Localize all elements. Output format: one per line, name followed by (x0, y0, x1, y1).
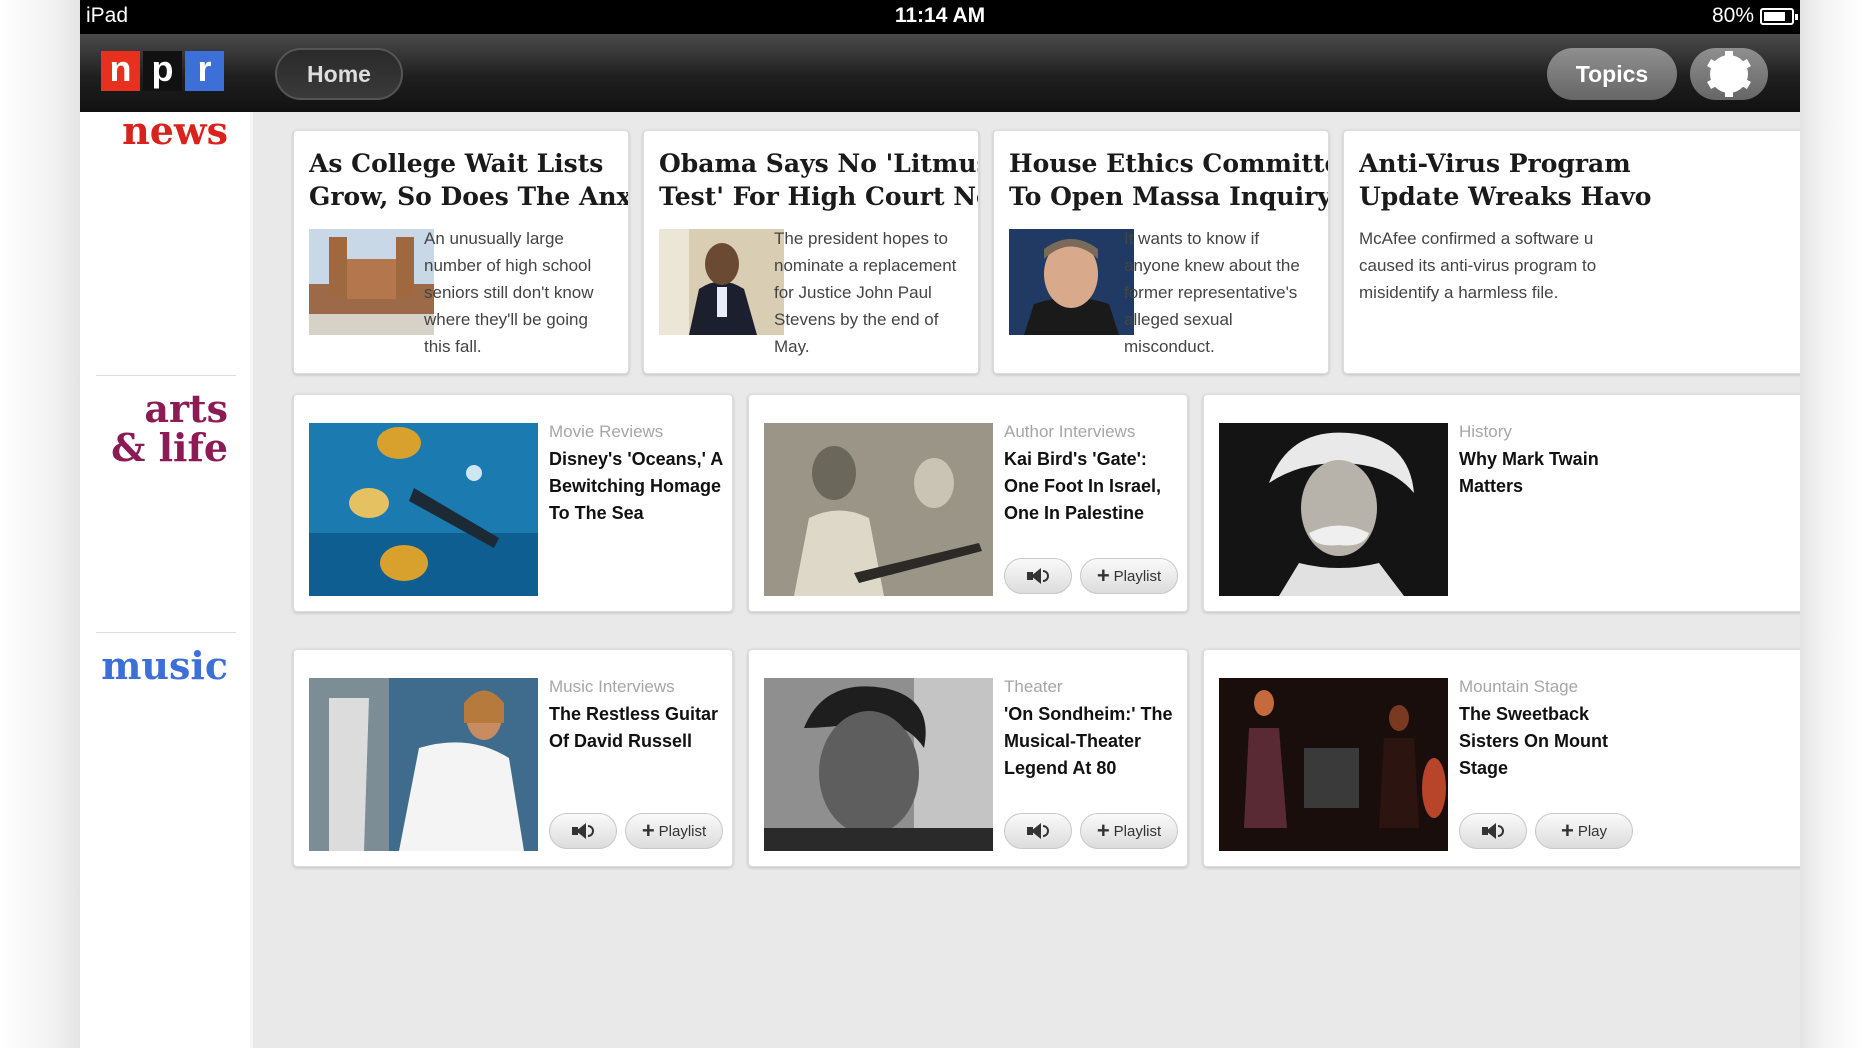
topics-button[interactable]: Topics (1547, 48, 1677, 100)
massa-portrait-photo (1009, 229, 1134, 335)
device-bezel-right (1800, 0, 1862, 1048)
add-to-playlist-button[interactable]: + Play (1535, 813, 1633, 849)
news-headline: As College Wait Lists Grow, So Does The A… (309, 149, 629, 211)
plus-icon: + (1096, 818, 1110, 843)
device-bezel-left (0, 0, 80, 1048)
listen-button[interactable] (549, 813, 617, 849)
music-row: Music Interviews The Restless Guitar Of … (253, 629, 1800, 1048)
battery-percent: 80% (1711, 4, 1754, 27)
logo-letter-n: n (101, 50, 140, 91)
news-summary: It wants to know if anyone knew about the… (1124, 229, 1300, 356)
story-category: Author Interviews (1004, 422, 1136, 441)
add-to-playlist-button[interactable]: + Playlist (1080, 813, 1178, 849)
logo-letter-r: r (185, 50, 224, 91)
home-button[interactable]: Home (275, 48, 403, 100)
children-with-rifle-photo (764, 423, 993, 596)
news-summary: McAfee confirmed a software u caused its … (1359, 229, 1597, 302)
news-card[interactable]: As College Wait Lists Grow, So Does The A… (293, 130, 629, 374)
david-russell-photo (309, 678, 538, 851)
section-label-news[interactable]: news (122, 111, 228, 151)
obama-photo (659, 229, 784, 335)
section-label-life: & life (111, 424, 228, 470)
divider (96, 375, 236, 376)
listen-button[interactable] (1004, 558, 1072, 594)
logo-letter-p: p (143, 50, 182, 91)
mark-twain-portrait-photo (1219, 423, 1448, 596)
speaker-icon (572, 822, 594, 840)
settings-button[interactable] (1690, 48, 1768, 100)
content-area: As College Wait Lists Grow, So Does The A… (250, 112, 1800, 1048)
news-card[interactable]: Obama Says No 'Litmus Test' For High Cour… (643, 130, 979, 374)
story-card[interactable]: Mountain Stage The Sweetback Sisters On … (1203, 649, 1800, 867)
story-card[interactable]: Music Interviews The Restless Guitar Of … (293, 649, 733, 867)
story-category: Mountain Stage (1459, 677, 1579, 696)
story-card[interactable]: Author Interviews Kai Bird's 'Gate': One… (748, 394, 1188, 612)
story-category: Music Interviews (549, 677, 675, 696)
story-card[interactable]: History Why Mark Twain Matters (1203, 394, 1800, 612)
sondheim-portrait-photo (764, 678, 993, 851)
playlist-label: Playlist (1113, 822, 1162, 840)
story-category: Theater (1004, 677, 1063, 696)
arts-life-row: Movie Reviews Disney's 'Oceans,' A Bewit… (253, 374, 1800, 629)
playlist-label: Play (1577, 822, 1608, 840)
section-labels-column: news arts & life music (80, 111, 250, 1048)
plus-icon: + (641, 818, 655, 843)
playlist-label: Playlist (1113, 567, 1162, 585)
story-title: Disney's 'Oceans,' A Bewitching Homage T… (549, 449, 723, 523)
section-label-arts-life[interactable]: arts & life (111, 386, 228, 470)
top-navigation-bar: n p r Home Topics (80, 34, 1800, 112)
battery-icon (1760, 7, 1798, 25)
clock: 11:14 AM (894, 4, 986, 27)
news-headline: Anti-Virus Program Update Wreaks Havo (1359, 149, 1652, 211)
ipad-screen: iPad 11:14 AM 80% n p r Home Topics news… (80, 0, 1800, 1048)
story-card[interactable]: Movie Reviews Disney's 'Oceans,' A Bewit… (293, 394, 733, 612)
news-headline: House Ethics Committee To Open Massa Inqu… (1009, 149, 1329, 211)
speaker-icon (1027, 567, 1049, 585)
news-headline: Obama Says No 'Litmus Test' For High Cour… (659, 149, 979, 211)
battery-indicator: 80% (1711, 4, 1798, 28)
jellyfish-diver-photo (309, 423, 538, 596)
plus-icon: + (1560, 818, 1574, 843)
add-to-playlist-button[interactable]: + Playlist (625, 813, 723, 849)
add-to-playlist-button[interactable]: + Playlist (1080, 558, 1178, 594)
divider (96, 632, 236, 633)
story-title: Kai Bird's 'Gate': One Foot In Israel, O… (1004, 449, 1162, 523)
speaker-icon (1027, 822, 1049, 840)
section-label-music[interactable]: music (101, 646, 228, 686)
story-category: History (1459, 422, 1512, 441)
story-category: Movie Reviews (549, 422, 664, 441)
story-title: The Restless Guitar Of David Russell (549, 704, 719, 751)
status-bar: iPad 11:14 AM 80% (80, 0, 1800, 34)
news-summary: The president hopes to nominate a replace… (774, 229, 957, 356)
section-label-arts: arts (144, 386, 228, 431)
college-building-photo (309, 229, 434, 335)
gear-icon (1707, 51, 1751, 97)
sweetback-sisters-stage-photo (1219, 678, 1448, 851)
speaker-icon (1482, 822, 1504, 840)
story-title: 'On Sondheim:' The Musical-Theater Legen… (1004, 704, 1173, 778)
news-card[interactable]: Anti-Virus Program Update Wreaks Havo McA… (1343, 130, 1800, 374)
playlist-label: Playlist (658, 822, 707, 840)
news-summary: An unusually large number of high school s… (424, 229, 594, 356)
listen-button[interactable] (1004, 813, 1072, 849)
news-card[interactable]: House Ethics Committee To Open Massa Inqu… (993, 130, 1329, 374)
listen-button[interactable] (1459, 813, 1527, 849)
story-card[interactable]: Theater 'On Sondheim:' The Musical-Theat… (748, 649, 1188, 867)
npr-logo: n p r (101, 50, 224, 91)
plus-icon: + (1096, 563, 1110, 588)
story-title: The Sweetback Sisters On Mount Stage (1459, 704, 1609, 778)
news-row: As College Wait Lists Grow, So Does The A… (253, 112, 1800, 374)
story-title: Why Mark Twain Matters (1459, 449, 1599, 496)
